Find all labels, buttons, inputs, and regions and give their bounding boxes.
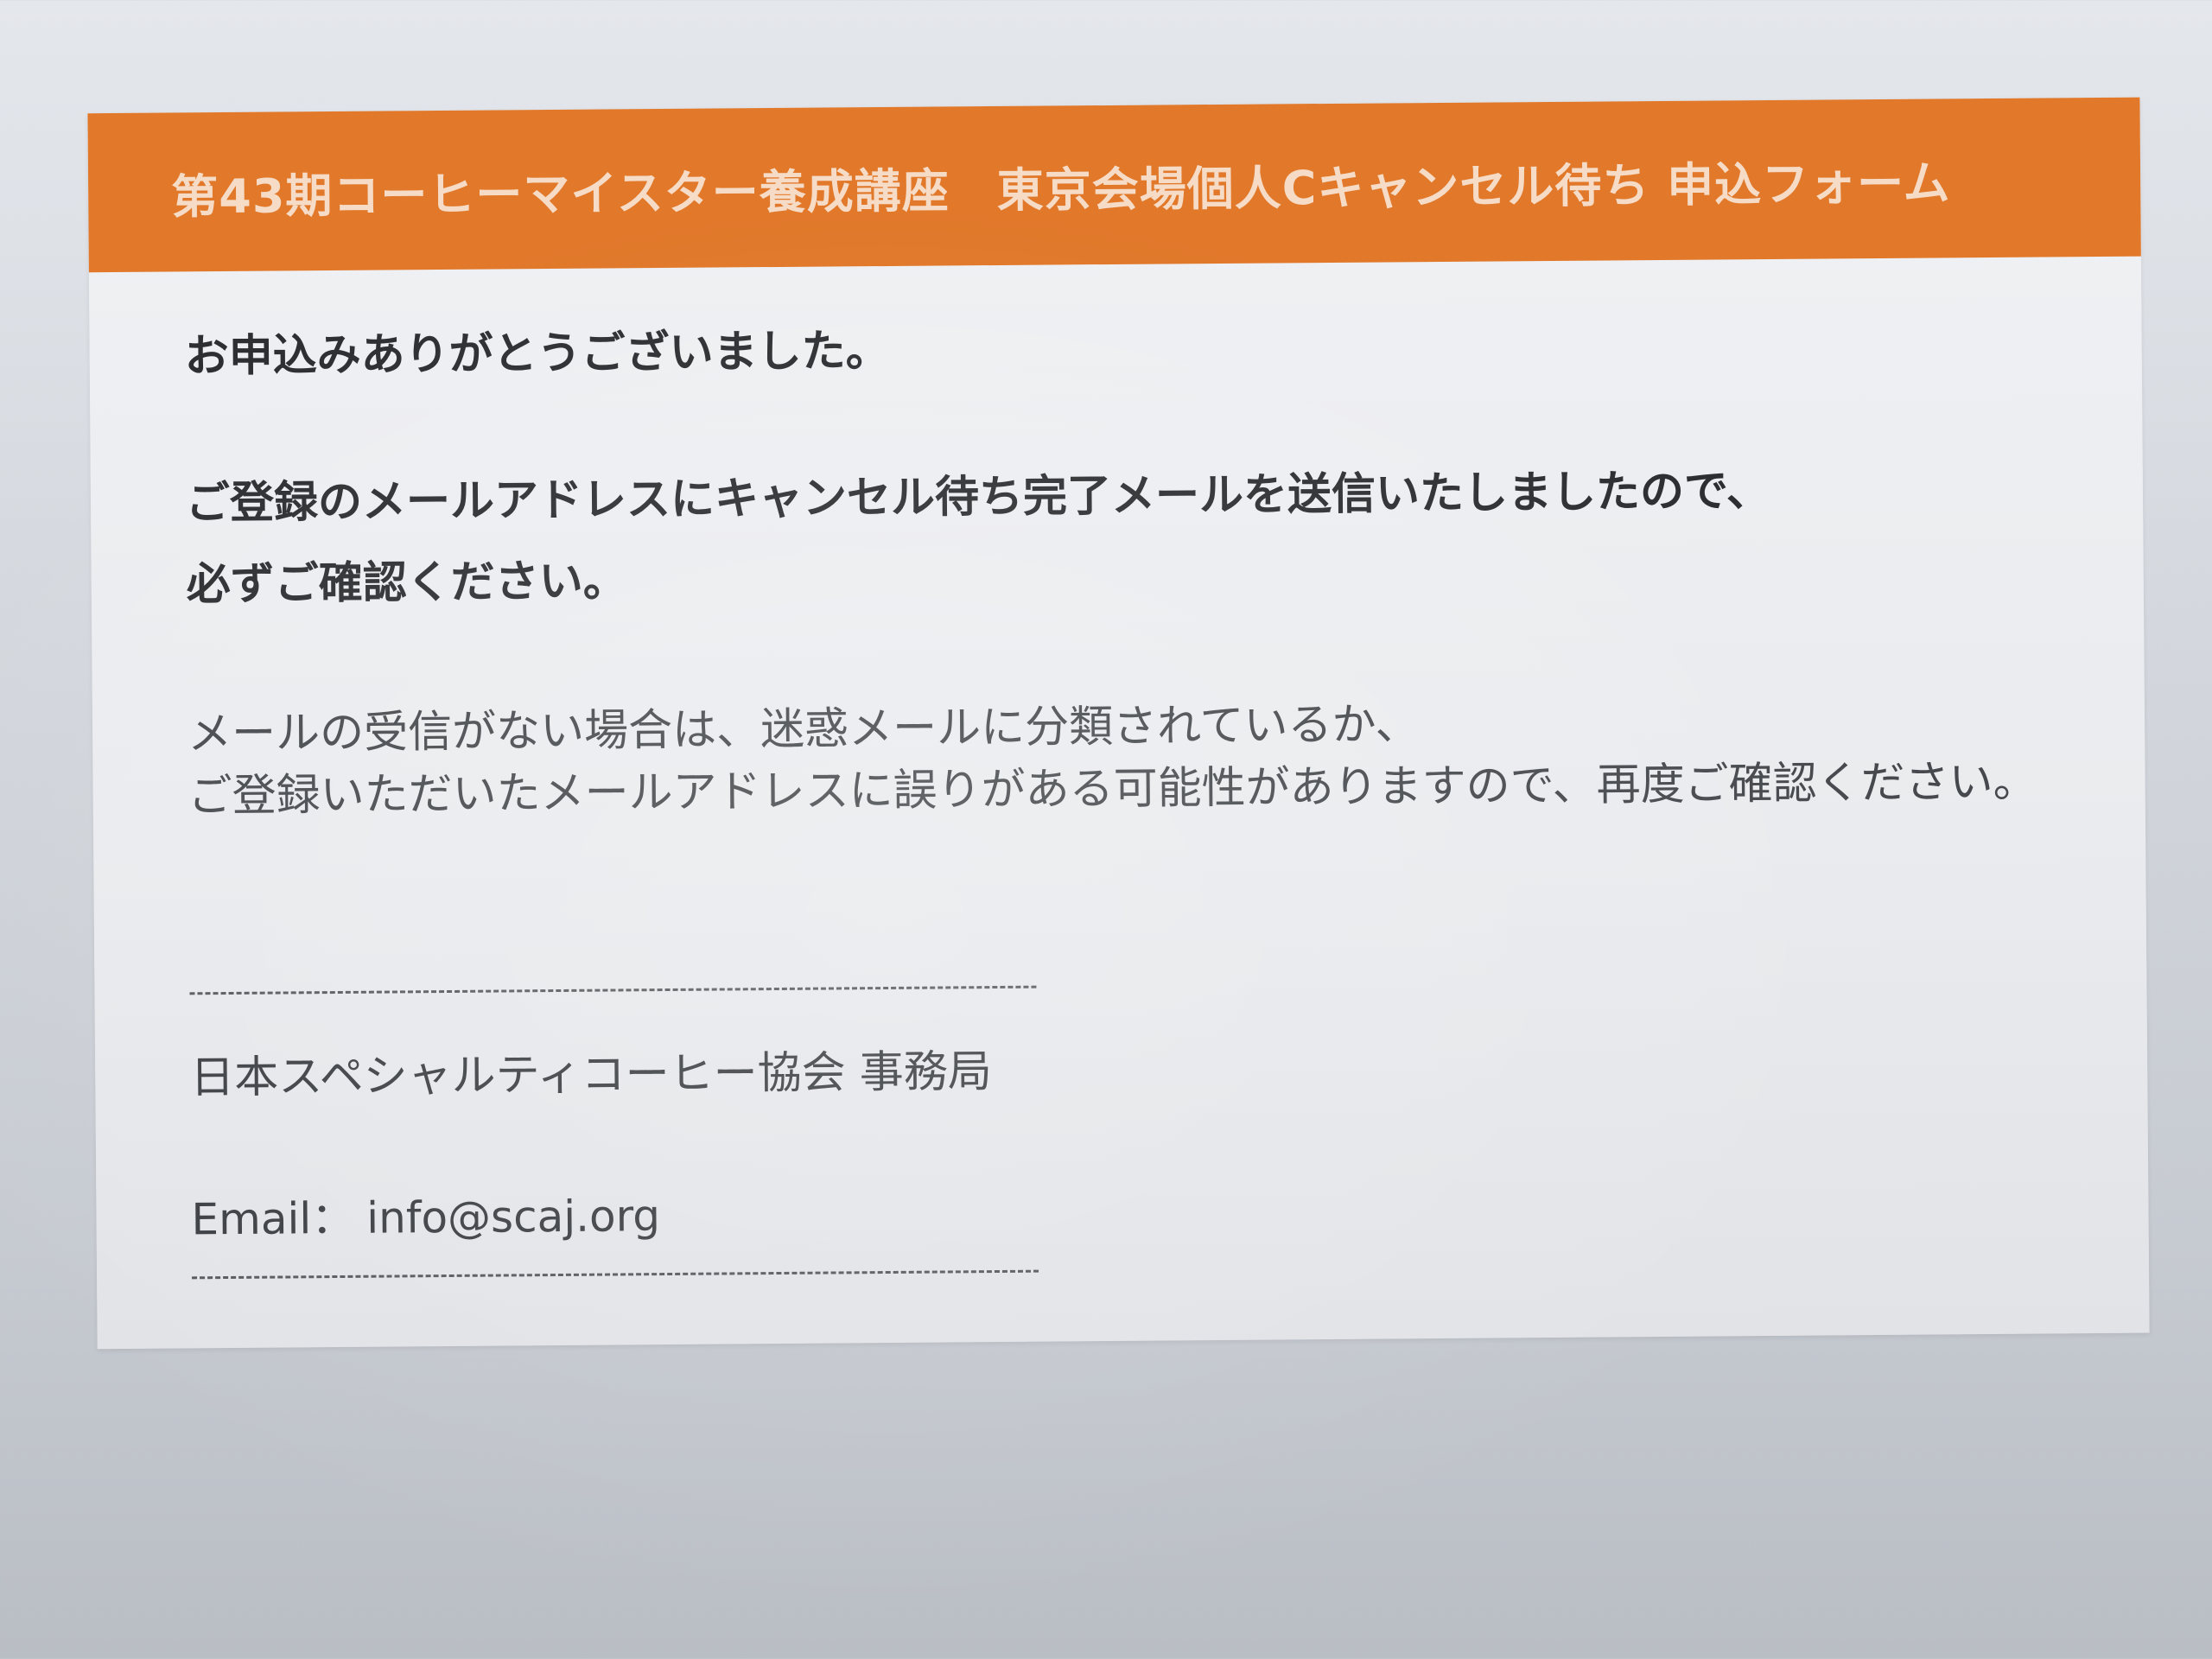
form-title: 第43期コーヒーマイスター養成講座 東京会場個人Cキャンセル待ち 申込フォーム: [170, 155, 1951, 224]
confirmation-notice: ご登録のメールアドレスにキャンセル待ち完了メールを送信いたしましたので、 必ずご…: [186, 448, 2044, 626]
email-label: Email：: [191, 1192, 355, 1245]
email-address[interactable]: info@scaj.org: [366, 1191, 660, 1243]
form-header: 第43期コーヒーマイスター養成講座 東京会場個人Cキャンセル待ち 申込フォーム: [87, 97, 2141, 273]
thanks-message: お申込みありがとうございました。: [184, 325, 890, 383]
notice-line: ご登録のメールアドレスにキャンセル待ち完了メールを送信いたしましたので、: [185, 465, 1771, 530]
signature-block: 日本スペシャルティコーヒー協会 事務局 Email： info@scaj.org: [189, 985, 1039, 1280]
dashed-divider: [192, 1269, 1039, 1280]
email-row: Email： info@scaj.org: [191, 1179, 1039, 1248]
form-card: 第43期コーヒーマイスター養成講座 東京会場個人Cキャンセル待ち 申込フォーム …: [87, 97, 2150, 1350]
spam-advice: メールの受信がない場合は、迷惑メールに分類されているか、 ご登録いただいたメール…: [188, 689, 2046, 828]
organization-name: 日本スペシャルティコーヒー協会 事務局: [190, 1046, 993, 1104]
screen: 第43期コーヒーマイスター養成講座 東京会場個人Cキャンセル待ち 申込フォーム …: [0, 0, 2212, 1659]
form-body: お申込みありがとうございました。 ご登録のメールアドレスにキャンセル待ち完了メー…: [184, 305, 2050, 1280]
dashed-divider: [189, 985, 1037, 995]
notice-line: 必ずご確認ください。: [186, 556, 627, 611]
